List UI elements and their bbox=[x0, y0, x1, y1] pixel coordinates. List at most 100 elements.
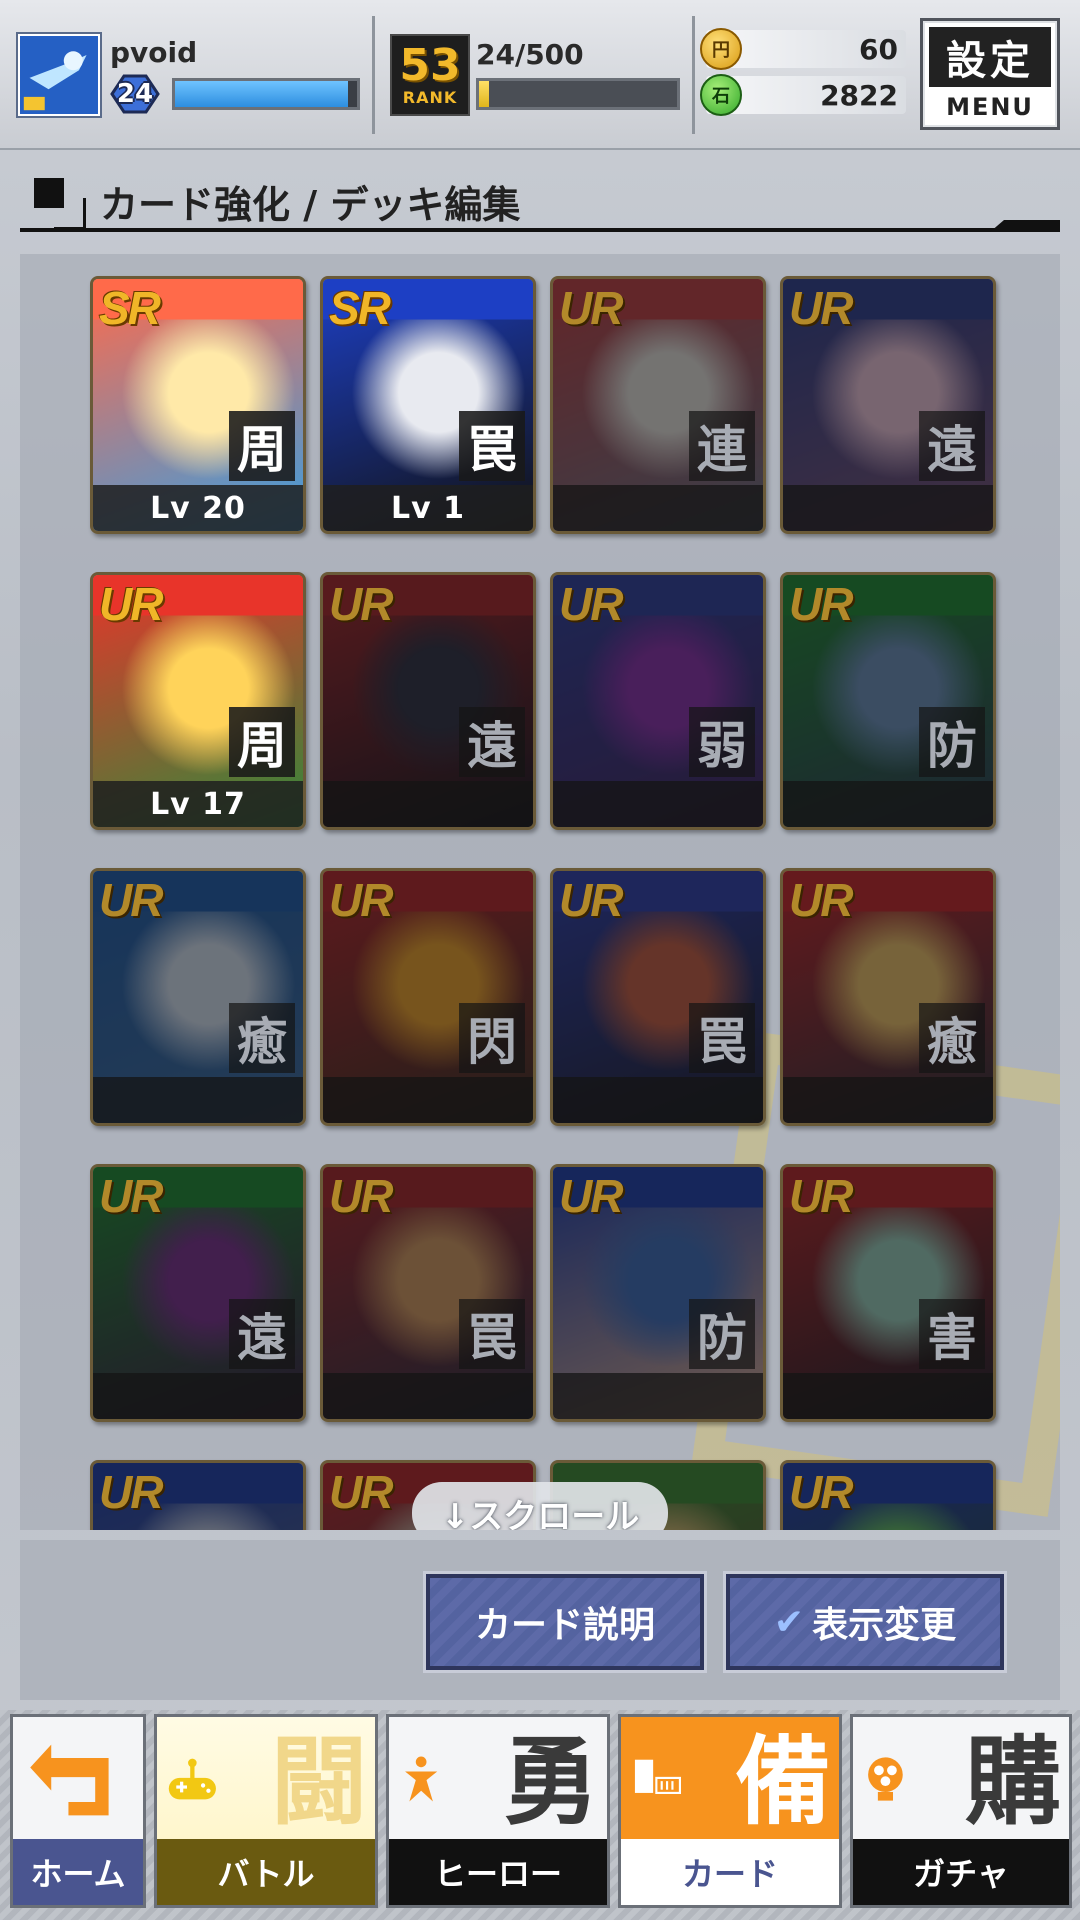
card-slot[interactable]: UR bbox=[780, 1460, 996, 1530]
rank-badge: 53 RANK bbox=[390, 34, 470, 116]
scroll-hint: ↓スクロール bbox=[412, 1482, 668, 1530]
card-type-kanji: 罠 bbox=[459, 411, 525, 481]
card-level bbox=[93, 1077, 303, 1123]
card-level bbox=[783, 1077, 993, 1123]
nav-gacha-kanji: 購 bbox=[965, 1726, 1061, 1838]
card-slot[interactable]: UR 防 bbox=[780, 572, 996, 830]
card-level bbox=[553, 1373, 763, 1419]
card-rarity: SR bbox=[99, 282, 161, 334]
menu-button[interactable]: 設定 MENU bbox=[920, 18, 1060, 130]
card-rarity: UR bbox=[789, 1170, 853, 1222]
return-arrow-icon bbox=[30, 1744, 109, 1816]
card-level bbox=[553, 485, 763, 531]
nav-battle[interactable]: 闘 バトル bbox=[154, 1714, 378, 1908]
card-level bbox=[323, 781, 533, 827]
card-level: Lv 17 bbox=[93, 781, 303, 827]
card-slot[interactable]: UR 癒 bbox=[780, 868, 996, 1126]
card-level bbox=[783, 1373, 993, 1419]
nav-card-label: カード bbox=[621, 1839, 839, 1905]
card-rarity: UR bbox=[99, 1170, 163, 1222]
page-header: カード強化 / デッキ編集 bbox=[20, 168, 1060, 234]
nav-gacha-label: ガチャ bbox=[853, 1839, 1069, 1905]
card-slot[interactable]: UR 連 bbox=[550, 276, 766, 534]
card-level bbox=[93, 1373, 303, 1419]
gold-currency[interactable]: 円 60 bbox=[700, 28, 906, 70]
card-level bbox=[323, 1373, 533, 1419]
card-slot[interactable]: UR 弱 bbox=[550, 572, 766, 830]
card-slot[interactable]: UR 遠 bbox=[90, 1164, 306, 1422]
card-rarity: UR bbox=[789, 578, 853, 630]
card-rarity: UR bbox=[559, 578, 623, 630]
card-icon bbox=[634, 1759, 681, 1794]
card-rarity: UR bbox=[99, 578, 163, 630]
card-rarity: UR bbox=[789, 282, 853, 334]
player-name: pvoid bbox=[110, 36, 198, 69]
gold-coin-icon: 円 bbox=[700, 28, 742, 70]
title-square-icon bbox=[34, 178, 86, 230]
bottom-nav: ホーム 闘 バトル 勇 ヒーロー 備 カード 購 ガチャ bbox=[0, 1710, 1080, 1920]
player-level-badge: 24 bbox=[104, 74, 166, 114]
gem-currency[interactable]: 石 2822 bbox=[700, 74, 906, 116]
exp-bar bbox=[172, 78, 360, 110]
card-slot[interactable]: UR 罠 bbox=[320, 1164, 536, 1422]
nav-home-label: ホーム bbox=[13, 1839, 143, 1905]
card-rarity: UR bbox=[789, 1466, 853, 1518]
nav-battle-label: バトル bbox=[157, 1839, 375, 1905]
card-rarity: UR bbox=[329, 1170, 393, 1222]
card-slot[interactable]: UR 周 Lv 17 bbox=[90, 572, 306, 830]
card-type-kanji: 防 bbox=[919, 707, 985, 777]
gamepad-icon bbox=[168, 1758, 216, 1800]
card-slot[interactable]: UR bbox=[90, 1460, 306, 1530]
rank-progress-fill bbox=[479, 81, 489, 107]
card-rarity: UR bbox=[329, 1466, 393, 1518]
card-grid[interactable]: SR 周 Lv 20 SR 罠 Lv 1 UR 連 UR 遠 UR 周 Lv 17 UR 遠 UR 弱 UR 防 UR… bbox=[20, 254, 1060, 1530]
card-type-kanji: 遠 bbox=[919, 411, 985, 481]
card-level: Lv 1 bbox=[323, 485, 533, 531]
card-type-kanji: 罠 bbox=[459, 1299, 525, 1369]
card-description-button[interactable]: カード説明 bbox=[426, 1574, 704, 1670]
hero-icon bbox=[405, 1756, 438, 1802]
card-slot[interactable]: SR 罠 Lv 1 bbox=[320, 276, 536, 534]
card-type-kanji: 害 bbox=[919, 1299, 985, 1369]
card-slot[interactable]: SR 周 Lv 20 bbox=[90, 276, 306, 534]
player-level: 24 bbox=[116, 79, 154, 109]
card-rarity: UR bbox=[99, 1466, 163, 1518]
player-avatar[interactable] bbox=[18, 34, 100, 116]
card-level bbox=[553, 1077, 763, 1123]
nav-home[interactable]: ホーム bbox=[10, 1714, 146, 1908]
menu-settings-label: 設定 bbox=[929, 27, 1051, 87]
card-level bbox=[323, 1077, 533, 1123]
card-level bbox=[783, 485, 993, 531]
card-type-kanji: 弱 bbox=[689, 707, 755, 777]
display-change-button[interactable]: ✔ 表示変更 bbox=[726, 1574, 1004, 1670]
card-slot[interactable]: UR 癒 bbox=[90, 868, 306, 1126]
gold-amount: 60 bbox=[859, 33, 898, 66]
card-rarity: UR bbox=[329, 874, 393, 926]
card-rarity: UR bbox=[559, 282, 623, 334]
card-slot[interactable]: UR 罠 bbox=[550, 868, 766, 1126]
card-slot[interactable]: UR 遠 bbox=[320, 572, 536, 830]
card-description-label: カード説明 bbox=[474, 1605, 655, 1646]
menu-label: MENU bbox=[946, 93, 1034, 121]
card-type-kanji: 遠 bbox=[459, 707, 525, 777]
divider bbox=[692, 16, 695, 134]
action-panel: カード説明 ✔ 表示変更 bbox=[20, 1540, 1060, 1700]
card-slot[interactable]: UR 閃 bbox=[320, 868, 536, 1126]
gem-coin-icon: 石 bbox=[700, 74, 742, 116]
rank-label: RANK bbox=[402, 87, 458, 107]
card-slot[interactable]: UR 遠 bbox=[780, 276, 996, 534]
card-rarity: SR bbox=[329, 282, 391, 334]
card-type-kanji: 連 bbox=[689, 411, 755, 481]
nav-hero-label: ヒーロー bbox=[389, 1839, 607, 1905]
card-rarity: UR bbox=[789, 874, 853, 926]
nav-hero[interactable]: 勇 ヒーロー bbox=[386, 1714, 610, 1908]
nav-card[interactable]: 備 カード bbox=[618, 1714, 842, 1908]
card-type-kanji: 癒 bbox=[229, 1003, 295, 1073]
card-level bbox=[783, 781, 993, 827]
card-slot[interactable]: UR 防 bbox=[550, 1164, 766, 1422]
nav-gacha[interactable]: 購 ガチャ bbox=[850, 1714, 1072, 1908]
card-type-kanji: 癒 bbox=[919, 1003, 985, 1073]
card-rarity: UR bbox=[329, 578, 393, 630]
nav-hero-kanji: 勇 bbox=[503, 1726, 599, 1838]
card-slot[interactable]: UR 害 bbox=[780, 1164, 996, 1422]
